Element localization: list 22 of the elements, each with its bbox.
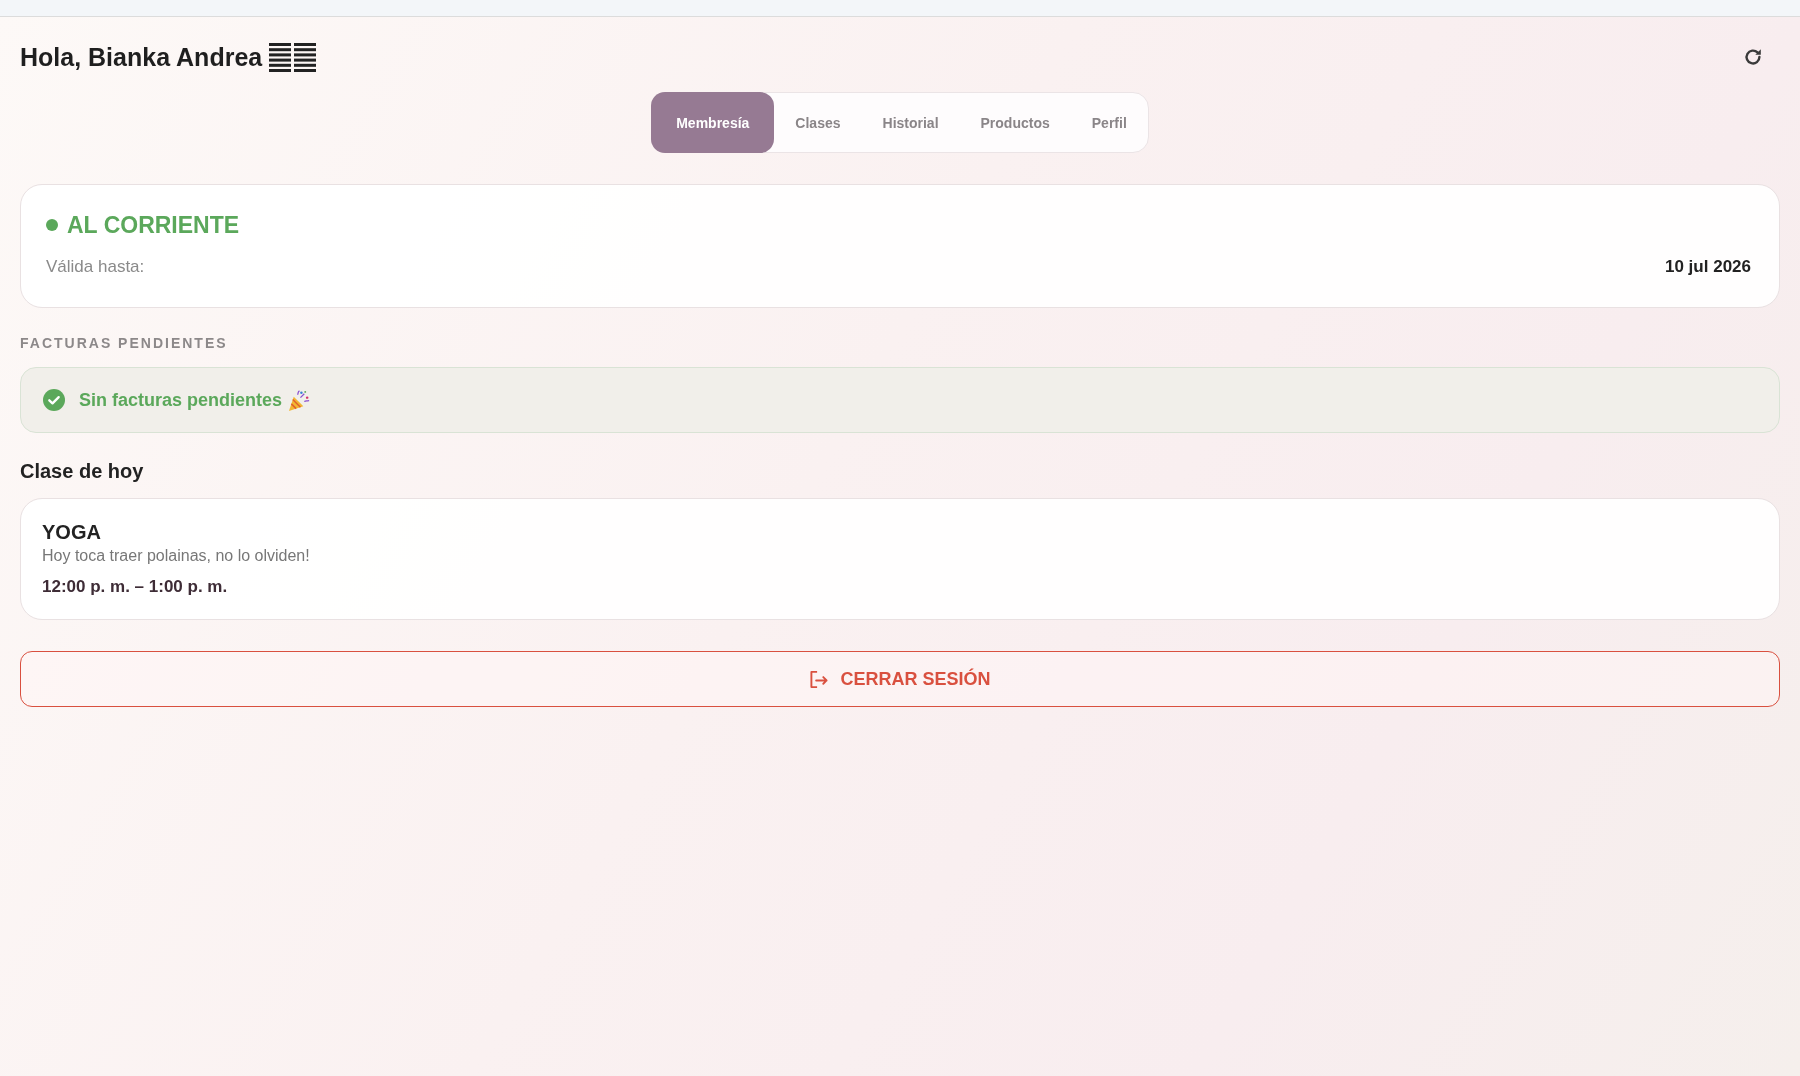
tab[interactable]: Productos: [959, 92, 1071, 153]
check-circle-icon: [43, 389, 65, 411]
logout-icon: [809, 669, 830, 689]
valid-until-date: 10 jul 2026: [1665, 256, 1751, 278]
refresh-icon: [1742, 46, 1764, 68]
section-heading: Clase de hoy: [20, 459, 144, 483]
class-name: YOGA: [42, 520, 101, 544]
no-invoices-message: Sin facturas pendientes: [79, 389, 283, 411]
party-popper-icon: [288, 388, 312, 412]
valid-until-label: Válida hasta:: [46, 256, 145, 278]
tab[interactable]: Clases: [774, 92, 862, 153]
greeting-title: Hola, Bianka Andrea: [20, 42, 263, 73]
logout-button[interactable]: CERRAR SESIÓN: [20, 651, 1780, 707]
tab[interactable]: Perfil: [1070, 92, 1148, 153]
section-heading: FACTURAS PENDIENTES: [20, 335, 228, 351]
tab[interactable]: Historial: [861, 92, 960, 153]
status-dot-icon: [46, 219, 58, 231]
class-time: 12:00 p. m. – 1:00 p. m.: [42, 576, 228, 598]
tab[interactable]: Membresía: [651, 92, 775, 153]
class-note: Hoy toca traer polainas, no lo olviden!: [42, 546, 310, 566]
membership-status: AL CORRIENTE: [67, 211, 240, 239]
broken-lines-icon: [269, 42, 317, 72]
